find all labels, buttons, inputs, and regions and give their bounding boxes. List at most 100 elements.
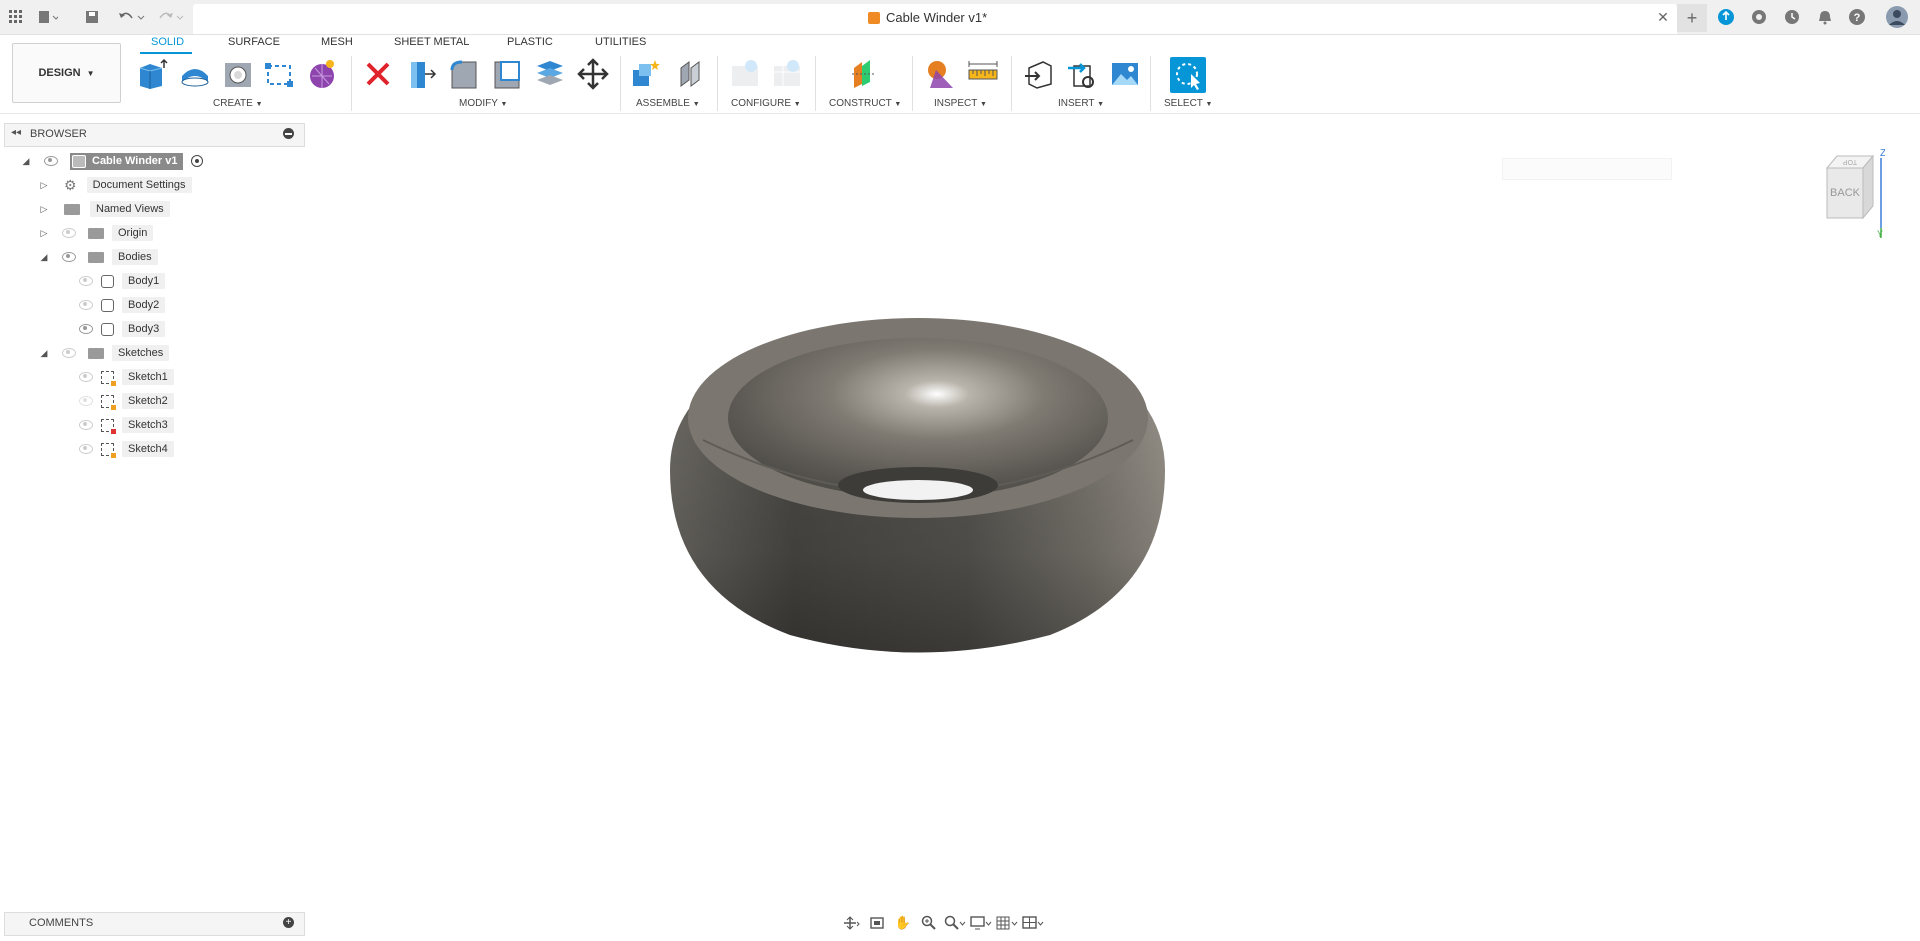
tree-item-sketch1[interactable]: Sketch1 [79,366,174,388]
app-grid-icon[interactable] [6,7,26,27]
tab-mesh[interactable]: MESH [321,36,353,48]
add-comment-icon[interactable]: + [283,917,294,928]
delete-icon[interactable] [361,57,395,91]
pan-hand-icon[interactable]: ✋ [892,914,914,932]
user-avatar[interactable] [1885,5,1909,29]
assemble-menu[interactable]: ASSEMBLE ▼ [636,98,700,109]
help-icon[interactable]: ? [1847,7,1867,27]
display-settings-icon[interactable] [970,914,992,932]
visibility-eye-hidden-icon[interactable] [79,276,93,286]
expand-triangle-icon[interactable]: ▷ [38,179,50,191]
fit-zoom-icon[interactable] [944,914,966,932]
tree-item-sketch4[interactable]: Sketch4 [79,438,174,460]
joint-icon[interactable] [672,57,706,91]
visibility-eye-hidden-icon[interactable] [79,444,93,454]
tab-utilities[interactable]: UTILITIES [595,36,646,48]
expand-triangle-icon[interactable]: ▷ [38,203,50,215]
tab-solid[interactable]: SOLID [151,36,184,48]
tree-item-body1[interactable]: Body1 [79,270,166,292]
browser-minimize-icon[interactable] [283,128,294,139]
tree-item-document-settings[interactable]: ▷ ⚙ Document Settings [38,174,192,196]
insert-image-icon[interactable] [1108,57,1142,91]
undo-icon[interactable] [116,7,146,27]
visibility-eye-hidden-icon[interactable] [79,372,93,382]
orbit-icon[interactable] [840,914,862,932]
file-menu-icon[interactable] [38,7,58,27]
construct-menu[interactable]: CONSTRUCT ▼ [829,98,901,109]
zoom-icon[interactable] [918,914,940,932]
comments-panel-header[interactable]: COMMENTS + [4,912,305,936]
tab-surface[interactable]: SURFACE [228,36,280,48]
configure-rule-icon[interactable] [770,57,804,91]
collapse-triangle-icon[interactable]: ◢ [38,347,50,359]
move-copy-icon[interactable] [576,57,610,91]
select-tool-icon[interactable] [1170,57,1206,93]
viewport-model[interactable] [660,290,1180,670]
visibility-eye-icon[interactable] [62,252,76,262]
close-tab-icon[interactable]: ✕ [1653,7,1673,27]
create-menu[interactable]: CREATE ▼ [213,98,263,109]
grid-settings-icon[interactable] [996,914,1018,932]
expand-triangle-icon[interactable]: ▷ [38,227,50,239]
revolve-icon[interactable] [178,57,212,91]
visibility-eye-hidden-icon[interactable] [79,300,93,310]
visibility-eye-icon[interactable] [79,324,93,334]
activate-radio-icon[interactable] [191,155,204,167]
insert-mcmaster-icon[interactable] [1065,57,1099,91]
new-tab-button[interactable]: + [1677,4,1707,32]
select-menu[interactable]: SELECT ▼ [1164,98,1212,109]
form-icon[interactable] [305,57,339,91]
configure-menu[interactable]: CONFIGURE ▼ [731,98,801,109]
viewcube[interactable]: TOP BACK Z Y [1823,148,1885,238]
configure-table-icon[interactable] [728,57,762,91]
collapse-triangle-icon[interactable]: ◢ [38,251,50,263]
section-analysis-icon[interactable] [923,57,957,91]
visibility-eye-icon[interactable] [44,156,58,166]
insert-menu[interactable]: INSERT ▼ [1058,98,1104,109]
redo-icon[interactable] [156,7,186,27]
tree-item-body3[interactable]: Body3 [79,318,166,340]
workspace-switcher-button[interactable]: DESIGN ▼ [12,43,121,103]
modify-menu[interactable]: MODIFY ▼ [459,98,507,109]
create-sketch-icon[interactable] [262,57,296,91]
tree-item-sketch2[interactable]: Sketch2 [79,390,174,412]
history-icon[interactable] [1782,7,1802,27]
visibility-eye-hidden-icon[interactable] [79,396,93,406]
extensions-icon[interactable] [1716,7,1736,27]
split-body-icon[interactable] [533,57,567,91]
workspace-label: DESIGN [38,67,81,79]
offset-plane-icon[interactable] [847,57,881,91]
hole-icon[interactable] [221,57,255,91]
press-pull-icon[interactable] [404,57,438,91]
collapse-panel-icon[interactable]: ◂◂ [11,127,21,138]
viewcube-top-label[interactable]: TOP [1843,158,1858,165]
root-component-label[interactable]: Cable Winder v1 [70,152,184,170]
visibility-eye-hidden-icon[interactable] [62,348,76,358]
tree-item-sketches[interactable]: ◢ Sketches [38,342,170,364]
tree-item-named-views[interactable]: ▷ Named Views [38,198,170,220]
notifications-bell-icon[interactable] [1815,7,1835,27]
new-component-icon[interactable] [135,57,169,91]
tree-item-bodies[interactable]: ◢ Bodies [38,246,158,268]
new-component-assemble-icon[interactable] [628,57,662,91]
tree-item-body2[interactable]: Body2 [79,294,166,316]
visibility-eye-icon[interactable] [62,228,76,238]
save-icon[interactable] [82,7,102,27]
tab-plastic[interactable]: PLASTIC [507,36,553,48]
insert-derive-icon[interactable] [1022,57,1056,91]
look-at-icon[interactable] [866,914,888,932]
shell-icon[interactable] [490,57,524,91]
inspect-menu[interactable]: INSPECT ▼ [934,98,987,109]
collapse-triangle-icon[interactable]: ◢ [20,155,32,167]
measure-icon[interactable] [966,57,1000,91]
visibility-eye-hidden-icon[interactable] [79,420,93,430]
job-status-icon[interactable] [1749,7,1769,27]
viewports-icon[interactable] [1022,914,1044,932]
tree-item-origin[interactable]: ▷ Origin [38,222,154,244]
tree-root-row[interactable]: ◢ Cable Winder v1 [20,150,204,172]
browser-panel-header[interactable]: ◂◂ BROWSER [4,123,305,147]
viewcube-face-label[interactable]: BACK [1830,187,1861,199]
tree-item-sketch3[interactable]: Sketch3 [79,414,174,436]
fillet-icon[interactable] [447,57,481,91]
tab-sheet-metal[interactable]: SHEET METAL [394,36,469,48]
